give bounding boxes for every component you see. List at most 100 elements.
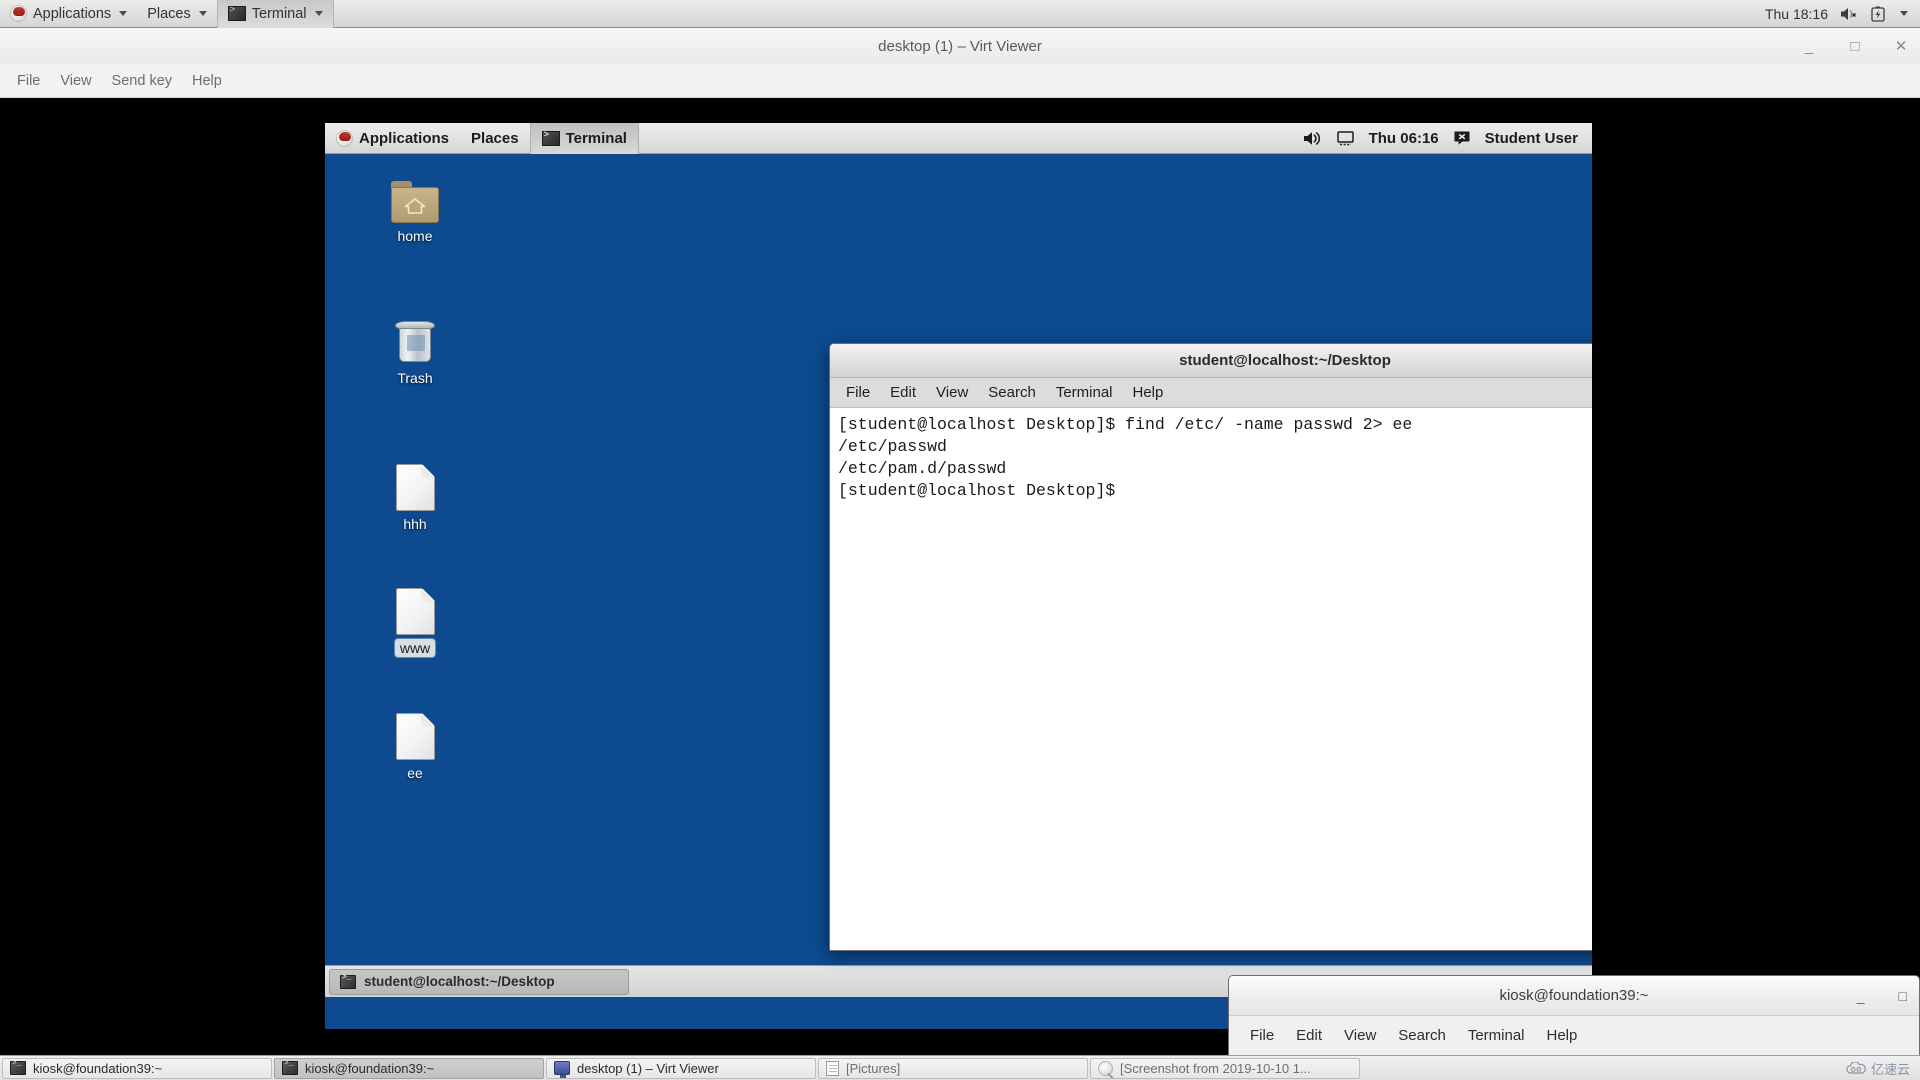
host-places-label: Places [147,5,191,22]
menu-item-help[interactable]: Help [1123,382,1174,403]
menu-item-search[interactable]: Search [978,382,1046,403]
guest-places-label: Places [471,129,519,147]
guest-applications-menu[interactable]: Applications [325,123,460,154]
taskbar-item-label: kiosk@foundation39:~ [305,1060,435,1076]
taskbar-item-label: [Pictures] [846,1060,901,1076]
guest-terminal-menubar: File Edit View Search Terminal Help [830,378,1592,408]
taskbar-item-virt-viewer[interactable]: desktop (1) – Virt Viewer [546,1057,816,1079]
fedora-logo-icon [10,5,27,22]
desktop-icon-ee[interactable]: ee [373,713,457,782]
watermark-label: 亿速云 [1870,1061,1910,1077]
kiosk-terminal-window-controls: _ □ [1857,976,1907,1016]
terminal-icon [282,1059,298,1075]
host-applications-menu[interactable]: Applications [0,0,137,28]
fedora-logo-icon [336,129,353,147]
desktop-icon-hhh[interactable]: hhh [373,464,457,533]
host-clock[interactable]: Thu 18:16 [1765,6,1828,22]
message-icon[interactable] [1453,130,1471,146]
guest-terminal-label: Terminal [565,129,627,147]
menu-item-view[interactable]: View [51,70,100,92]
chevron-down-icon[interactable] [1900,11,1908,16]
kiosk-terminal-menubar: File Edit View Search Terminal Help [1229,1016,1919,1055]
taskbar-item-label: [Screenshot from 2019-10-10 1... [1120,1060,1311,1076]
file-icon [395,588,435,635]
terminal-icon [340,973,356,989]
menu-item-search[interactable]: Search [1387,1025,1457,1046]
menu-item-terminal[interactable]: Terminal [1046,382,1123,403]
menu-item-edit[interactable]: Edit [880,382,926,403]
guest-taskbar-item-terminal[interactable]: student@localhost:~/Desktop [329,968,629,995]
menu-item-edit[interactable]: Edit [1285,1025,1333,1046]
guest-places-menu[interactable]: Places [460,123,530,154]
menu-item-help[interactable]: Help [1536,1025,1589,1046]
menu-item-terminal[interactable]: Terminal [1457,1025,1536,1046]
virt-viewer-title: desktop (1) – Virt Viewer [878,37,1042,55]
guest-terminal-window-menu[interactable]: Terminal [529,123,639,154]
desktop-icon-label: ee [407,765,423,781]
volume-muted-icon[interactable] [1840,6,1858,22]
host-desktop: Applications Places Terminal Thu 18:16 [0,0,1920,1080]
host-terminal-label: Terminal [251,5,307,22]
desktop-icon-www[interactable]: www [373,588,457,657]
taskbar-item-kiosk-1[interactable]: kiosk@foundation39:~ [2,1057,272,1079]
guest-terminal-titlebar[interactable]: student@localhost:~/Desktop _ □ ✕ [830,344,1592,378]
minimize-button[interactable]: _ [1800,38,1818,55]
image-icon [1098,1060,1113,1076]
menu-item-help[interactable]: Help [183,70,231,92]
watermark: 亿速云 [1846,1059,1918,1078]
kiosk-terminal-title: kiosk@foundation39:~ [1499,987,1649,1004]
volume-icon[interactable] [1303,130,1322,147]
guest-terminal-window: student@localhost:~/Desktop _ □ ✕ File E… [829,343,1592,951]
guest-taskbar-item-label: student@localhost:~/Desktop [364,974,555,989]
menu-item-file[interactable]: File [8,70,49,92]
guest-terminal-body: [student@localhost Desktop]$ find /etc/ … [830,408,1592,950]
cloud-icon [1846,1061,1866,1074]
terminal-icon [10,1059,26,1075]
file-icon [395,464,435,511]
menu-item-view[interactable]: View [1333,1025,1387,1046]
guest-terminal-title: student@localhost:~/Desktop [1179,352,1391,369]
maximize-button[interactable]: □ [1899,988,1907,1004]
terminal-icon [227,5,246,21]
virt-viewer-viewport: Applications Places Terminal [0,98,1920,1055]
maximize-button[interactable]: □ [1846,38,1864,55]
guest-terminal-output[interactable]: [student@localhost Desktop]$ find /etc/ … [830,408,1592,950]
close-button[interactable]: ✕ [1892,37,1910,55]
menu-item-file[interactable]: File [836,382,880,403]
desktop-icon-label: home [397,228,433,244]
host-terminal-window-menu[interactable]: Terminal [216,0,334,28]
file-icon [395,713,435,760]
virt-viewer-menubar: File View Send key Help [0,64,1920,98]
virt-viewer-window-controls: _ □ ✕ [1800,28,1910,64]
desktop-icon-home[interactable]: home [373,181,457,245]
terminal-icon [541,130,560,146]
virt-viewer-window: desktop (1) – Virt Viewer _ □ ✕ File Vie… [0,28,1920,1055]
menu-item-file[interactable]: File [1239,1025,1285,1046]
display-icon[interactable] [1336,130,1355,147]
guest-applications-label: Applications [359,129,450,147]
host-top-panel: Applications Places Terminal Thu 18:16 [0,0,1920,28]
taskbar-item-kiosk-2[interactable]: kiosk@foundation39:~ [274,1057,544,1079]
guest-clock[interactable]: Thu 06:16 [1369,130,1439,147]
battery-charging-icon[interactable] [1870,6,1886,22]
monitor-icon [554,1061,570,1078]
guest-desktop: Applications Places Terminal [325,123,1592,1029]
desktop-icon-trash[interactable]: Trash [373,321,457,387]
virt-viewer-titlebar[interactable]: desktop (1) – Virt Viewer _ □ ✕ [0,28,1920,64]
kiosk-terminal-titlebar[interactable]: kiosk@foundation39:~ _ □ [1229,976,1919,1016]
kiosk-terminal-window: kiosk@foundation39:~ _ □ File Edit View … [1228,975,1920,1055]
chevron-down-icon [119,11,128,16]
folder-home-icon [391,181,439,223]
guest-user-label[interactable]: Student User [1485,130,1578,147]
desktop-icon-label: hhh [403,516,427,532]
trash-icon [395,321,435,365]
taskbar-item-screenshot[interactable]: [Screenshot from 2019-10-10 1... [1090,1057,1360,1079]
taskbar-item-pictures[interactable]: [Pictures] [818,1057,1088,1079]
menu-item-view[interactable]: View [926,382,978,403]
taskbar-item-label: kiosk@foundation39:~ [33,1060,163,1076]
menu-item-send-key[interactable]: Send key [103,70,181,92]
taskbar-item-label: desktop (1) – Virt Viewer [577,1060,719,1076]
host-places-menu[interactable]: Places [137,0,217,28]
minimize-button[interactable]: _ [1857,988,1865,1004]
desktop-icon-label: Trash [397,370,433,386]
